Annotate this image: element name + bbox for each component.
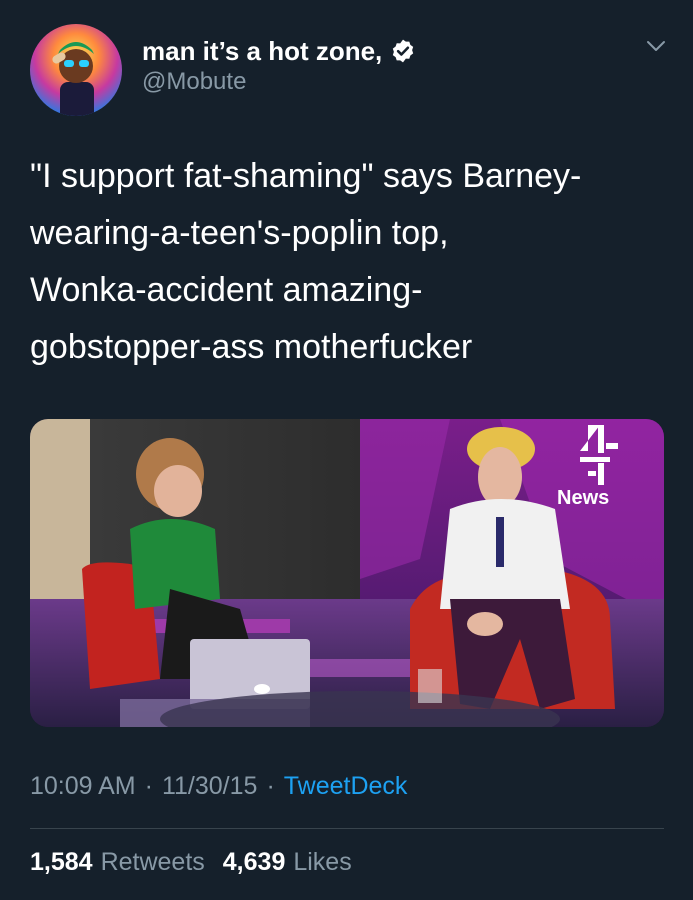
likes-label: Likes: [293, 848, 352, 876]
chevron-down-icon[interactable]: [642, 32, 670, 60]
tweet-stats: 1,584 Retweets 4,639 Likes: [30, 848, 352, 877]
tweet-media[interactable]: News: [30, 419, 664, 727]
author-name-row[interactable]: man it’s a hot zone,: [142, 34, 416, 68]
retweets-label: Retweets: [100, 848, 205, 876]
likes-stat[interactable]: 4,639 Likes: [223, 848, 352, 877]
meta-separator: ·: [144, 772, 153, 800]
retweets-stat[interactable]: 1,584 Retweets: [30, 848, 205, 877]
likes-count: 4,639: [222, 848, 286, 876]
author-handle[interactable]: @Mobute: [142, 68, 246, 96]
display-name[interactable]: man it’s a hot zone,: [142, 36, 382, 67]
avatar[interactable]: [30, 24, 122, 116]
tweet-date[interactable]: 11/30/15: [162, 772, 257, 801]
tweet-header: man it’s a hot zone, @Mobute: [30, 24, 670, 116]
tweet-source-link[interactable]: TweetDeck: [284, 772, 408, 801]
divider: [30, 828, 664, 829]
meta-separator: ·: [266, 772, 275, 800]
media-image: [30, 419, 664, 727]
channel-logo-text: News: [557, 487, 610, 509]
tweet-time[interactable]: 10:09 AM: [30, 772, 136, 801]
tweet-text: "I support fat-shaming" says Barney- wea…: [30, 157, 582, 366]
retweets-count: 1,584: [30, 848, 93, 876]
verified-badge-icon: [393, 39, 414, 63]
avatar-image: [52, 42, 94, 116]
tweet-meta: 10:09 AM · 11/30/15 · TweetDeck: [30, 772, 407, 801]
